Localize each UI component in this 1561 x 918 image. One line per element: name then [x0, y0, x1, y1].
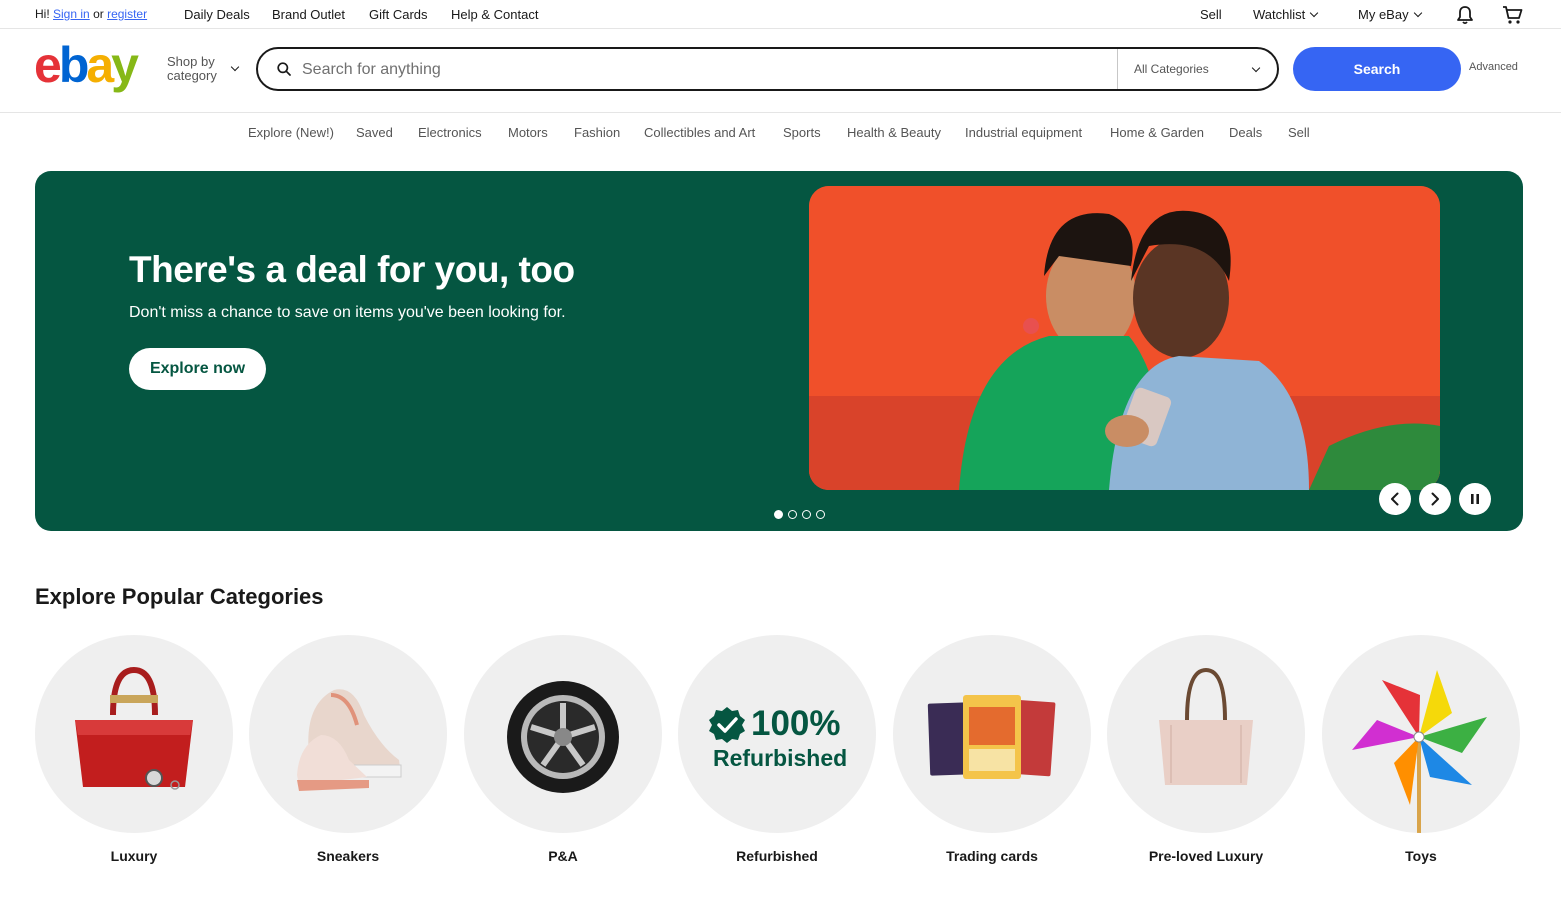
pinwheel-icon — [1352, 670, 1487, 833]
shop-by-label: Shop by — [167, 54, 215, 69]
top-utility-bar: Hi! Sign in or register Daily Deals Bran… — [0, 0, 1561, 29]
carousel-dot[interactable] — [788, 510, 797, 519]
cart-icon[interactable] — [1502, 5, 1524, 25]
check-badge-icon — [709, 707, 745, 743]
category-label: Luxury — [110, 848, 158, 864]
sign-in-link[interactable]: Sign in — [53, 7, 90, 21]
bell-icon[interactable] — [1455, 5, 1475, 25]
carousel-dot[interactable] — [802, 510, 811, 519]
trading-cards-icon — [927, 695, 1056, 779]
nav-item-collectibles[interactable]: Collectibles and Art — [644, 125, 755, 140]
logo-letter: b — [58, 37, 89, 93]
chevron-down-icon — [1310, 8, 1319, 18]
shop-by-category-button[interactable]: Shop by category — [167, 55, 217, 83]
category-label: Pre-loved Luxury — [1148, 848, 1264, 864]
hero-banner: There's a deal for you, too Don't miss a… — [35, 171, 1523, 531]
search-icon — [277, 62, 291, 76]
wheel-icon — [507, 681, 619, 793]
chevron-left-icon — [1391, 492, 1399, 506]
handbag-icon — [75, 666, 193, 790]
nav-item-health-beauty[interactable]: Health & Beauty — [847, 125, 941, 140]
section-title: Explore Popular Categories — [35, 584, 324, 609]
nav-item-saved[interactable]: Saved — [356, 125, 393, 140]
hero-subtitle: Don't miss a chance to save on items you… — [129, 304, 566, 321]
category-pre-loved-luxury[interactable]: Pre-loved Luxury — [1107, 635, 1305, 864]
category-toys[interactable]: Toys — [1322, 635, 1520, 864]
nav-item-sell[interactable]: Sell — [1288, 125, 1310, 140]
register-link[interactable]: register — [107, 7, 147, 21]
watchlist-label: Watchlist — [1253, 7, 1306, 22]
logo-letter: e — [34, 37, 62, 93]
or-text: or — [93, 7, 104, 21]
carousel-next-button[interactable] — [1419, 483, 1451, 515]
nav-item-home-garden[interactable]: Home & Garden — [1110, 125, 1204, 140]
category-refurbished[interactable]: 100% Refurbished Refurbished — [678, 635, 876, 864]
nav-item-fashion[interactable]: Fashion — [574, 125, 620, 140]
gift-cards-link[interactable]: Gift Cards — [369, 7, 428, 22]
category-parts-accessories[interactable]: P&A — [464, 635, 662, 864]
category-circle: 100% Refurbished — [678, 635, 876, 833]
category-nav: Explore (New!) Saved Electronics Motors … — [0, 112, 1561, 152]
pause-icon — [1471, 494, 1479, 504]
tote-bag-icon — [1159, 667, 1253, 785]
logo-letter: y — [111, 37, 139, 93]
carousel-dot[interactable] — [774, 510, 783, 519]
nav-item-industrial[interactable]: Industrial equipment — [965, 125, 1082, 140]
category-circle — [35, 635, 233, 833]
category-label: Toys — [1405, 848, 1437, 864]
chevron-down-icon — [1251, 63, 1261, 73]
ebay-logo[interactable]: ebay — [34, 37, 139, 93]
category-circle — [1322, 635, 1520, 833]
hero-title: There's a deal for you, too — [129, 249, 575, 290]
chevron-down-icon — [1413, 8, 1422, 18]
category-label: Sneakers — [316, 848, 380, 864]
watchlist-dropdown[interactable]: Watchlist — [1253, 7, 1319, 22]
logo-letter: a — [86, 37, 114, 93]
daily-deals-link[interactable]: Daily Deals — [184, 7, 250, 22]
greeting-text: Hi! — [35, 7, 50, 21]
nav-item-deals[interactable]: Deals — [1229, 125, 1262, 140]
carousel-dot[interactable] — [816, 510, 825, 519]
carousel-prev-button[interactable] — [1379, 483, 1411, 515]
brand-outlet-link[interactable]: Brand Outlet — [272, 7, 345, 22]
category-label: P&A — [548, 848, 578, 864]
greeting: Hi! Sign in or register — [35, 7, 147, 21]
sneaker-icon — [297, 689, 402, 791]
category-label: Trading cards — [946, 848, 1038, 864]
search-button[interactable]: Search — [1293, 47, 1461, 91]
carousel-indicator — [774, 506, 830, 524]
category-circle — [1107, 635, 1305, 833]
nav-item-motors[interactable]: Motors — [508, 125, 548, 140]
category-trading-cards[interactable]: Trading cards — [893, 635, 1091, 864]
category-label: Refurbished — [736, 848, 818, 864]
category-sneakers[interactable]: Sneakers — [249, 635, 447, 864]
sell-link[interactable]: Sell — [1200, 7, 1222, 22]
category-label: category — [167, 68, 217, 83]
carousel-pause-button[interactable] — [1459, 483, 1491, 515]
hero-image[interactable] — [809, 186, 1440, 490]
refurbished-percent: 100% — [751, 704, 841, 743]
refurbished-word: Refurbished — [713, 745, 848, 771]
search-bar: All Categories — [256, 47, 1279, 91]
category-select[interactable]: All Categories — [1117, 49, 1277, 89]
advanced-search-link[interactable]: Advanced — [1469, 61, 1518, 73]
category-circle — [249, 635, 447, 833]
category-luxury[interactable]: Luxury — [35, 635, 233, 864]
my-ebay-label: My eBay — [1358, 7, 1409, 22]
chevron-right-icon — [1431, 492, 1439, 506]
people-with-phone-illustration — [809, 186, 1440, 490]
search-input[interactable] — [302, 59, 1102, 81]
category-circle — [893, 635, 1091, 833]
help-contact-link[interactable]: Help & Contact — [451, 7, 538, 22]
nav-item-explore[interactable]: Explore (New!) — [248, 125, 334, 140]
nav-item-electronics[interactable]: Electronics — [418, 125, 482, 140]
category-select-value: All Categories — [1134, 62, 1209, 76]
my-ebay-dropdown[interactable]: My eBay — [1358, 7, 1422, 22]
chevron-down-icon — [230, 62, 240, 72]
explore-now-button[interactable]: Explore now — [129, 348, 266, 390]
nav-item-sports[interactable]: Sports — [783, 125, 821, 140]
category-circle — [464, 635, 662, 833]
